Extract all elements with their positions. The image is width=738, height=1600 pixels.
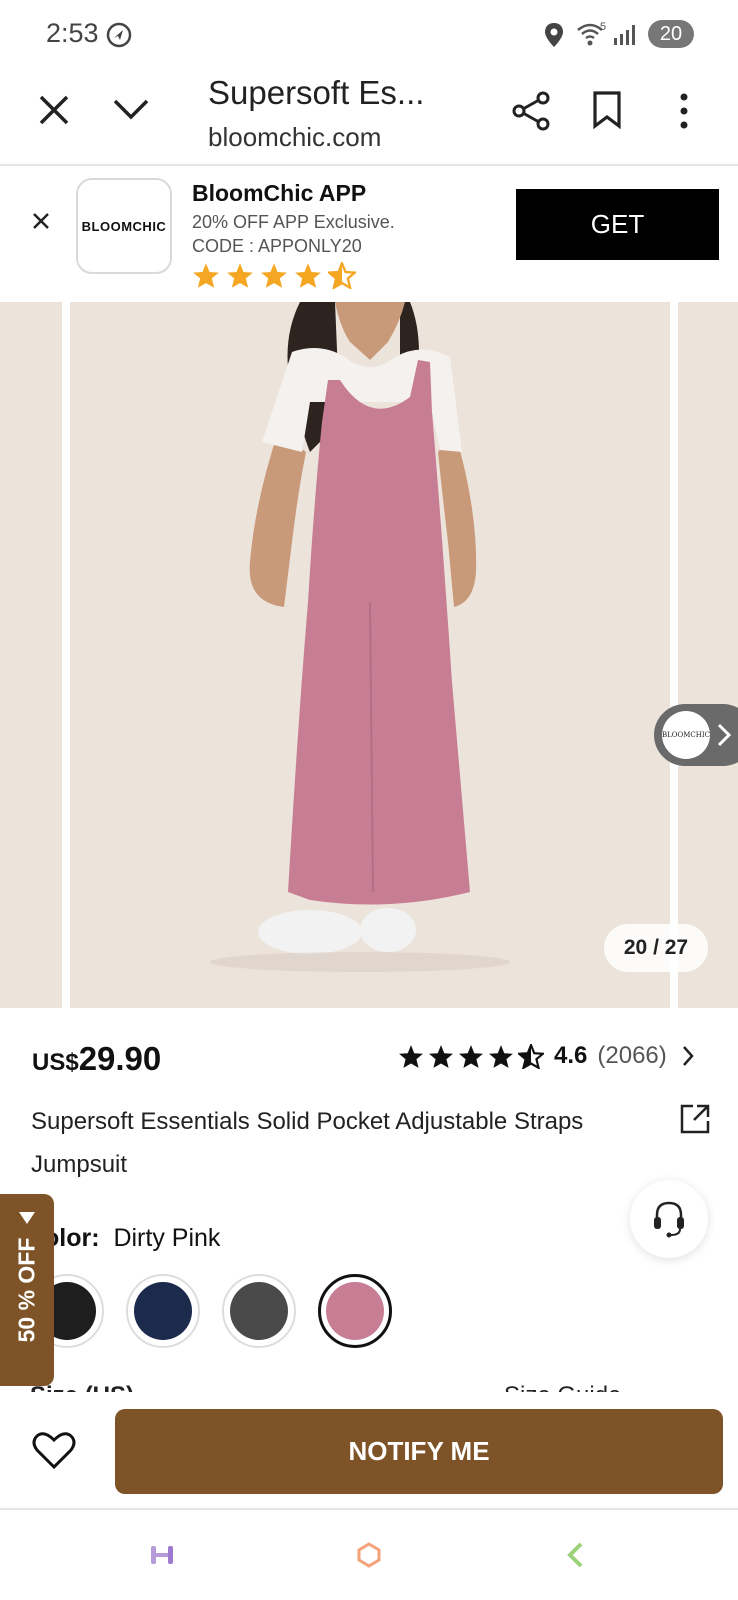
app-name: BloomChic APP <box>192 180 367 206</box>
share-external-icon[interactable] <box>678 1102 712 1141</box>
wishlist-heart-icon[interactable] <box>32 1430 76 1475</box>
browser-toolbar: Supersoft Es... bloomchic.com <box>0 70 738 166</box>
rating-value: 4.6 <box>554 1042 588 1069</box>
banner-close-icon[interactable] <box>32 212 50 235</box>
product-photo <box>210 302 510 972</box>
app-promo-code: CODE : APPONLY20 <box>192 236 362 256</box>
bottom-action-bar: NOTIFY ME <box>0 1392 738 1510</box>
star-icon <box>429 1044 453 1068</box>
gallery-divider <box>62 302 70 1008</box>
signal-icon <box>612 24 640 51</box>
color-label: olor: Dirty Pink <box>44 1224 221 1252</box>
store-link-button[interactable]: BLOOMCHIC <box>654 704 738 766</box>
star-icon <box>227 263 253 288</box>
system-nav-bar <box>0 1510 738 1600</box>
star-icon <box>399 1044 423 1068</box>
product-image-gallery[interactable]: BLOOMCHIC 20 / 27 <box>0 302 738 1008</box>
status-bar: 2:53 5 20 <box>0 0 738 70</box>
discount-tab-label: 50 % OFF <box>13 1237 40 1343</box>
chevron-right-icon <box>716 723 732 752</box>
back-icon[interactable] <box>566 1542 584 1573</box>
battery-indicator: 20 <box>648 20 694 48</box>
review-count: (2066) <box>597 1042 667 1069</box>
app-install-banner: BLOOMCHIC BloomChic APP 20% OFF APP Excl… <box>0 168 738 302</box>
gallery-divider <box>670 302 678 1008</box>
photo-counter: 20 / 27 <box>604 924 708 972</box>
price-amount: 29.90 <box>78 1040 162 1077</box>
close-icon[interactable] <box>36 92 72 133</box>
star-icon <box>295 263 321 288</box>
notify-me-button[interactable]: NOTIFY ME <box>115 1409 723 1494</box>
star-icon <box>193 263 219 288</box>
app-logo: BLOOMCHIC <box>76 178 172 274</box>
product-rating[interactable]: 4.6 (2066) <box>398 1042 695 1070</box>
wifi-icon: 5 <box>576 20 608 53</box>
app-promo-line: 20% OFF APP Exclusive. <box>192 212 395 232</box>
product-price: US$29.90 <box>32 1040 161 1078</box>
recent-apps-icon[interactable] <box>150 1544 174 1571</box>
more-menu-icon[interactable] <box>676 92 692 135</box>
location-icon <box>544 22 564 53</box>
price-currency: US$ <box>32 1049 79 1076</box>
star-icon <box>261 263 287 288</box>
chevron-right-icon <box>682 1046 694 1066</box>
bookmark-icon[interactable] <box>592 90 622 135</box>
color-swatch[interactable] <box>126 1274 200 1348</box>
color-swatch-fill <box>230 1282 288 1340</box>
headset-icon <box>654 1201 684 1238</box>
customer-service-button[interactable] <box>630 1180 708 1258</box>
half-star-icon <box>518 1043 544 1069</box>
svg-text:5: 5 <box>600 21 606 33</box>
half-star-icon <box>328 262 356 289</box>
selected-color-name: Dirty Pink <box>113 1224 221 1252</box>
product-title: Supersoft Essentials Solid Pocket Adjust… <box>31 1108 584 1178</box>
get-app-button[interactable]: GET <box>516 189 719 260</box>
home-icon[interactable] <box>357 1542 381 1573</box>
chevron-down-icon[interactable] <box>112 96 150 127</box>
page-title: Supersoft Es... <box>208 74 425 111</box>
status-time: 2:53 <box>46 18 99 48</box>
navigation-icon <box>106 22 132 53</box>
page-url[interactable]: bloomchic.com <box>208 122 381 153</box>
play-icon <box>19 1212 35 1224</box>
share-icon[interactable] <box>510 90 552 137</box>
discount-side-tab[interactable]: 50 % OFF <box>0 1194 54 1386</box>
color-swatch-fill <box>134 1282 192 1340</box>
color-swatch[interactable] <box>222 1274 296 1348</box>
color-swatch[interactable] <box>318 1274 392 1348</box>
store-logo: BLOOMCHIC <box>662 711 710 759</box>
app-rating-stars <box>192 262 356 289</box>
star-icon <box>459 1044 483 1068</box>
star-icon <box>489 1044 513 1068</box>
color-swatch-fill <box>326 1282 384 1340</box>
